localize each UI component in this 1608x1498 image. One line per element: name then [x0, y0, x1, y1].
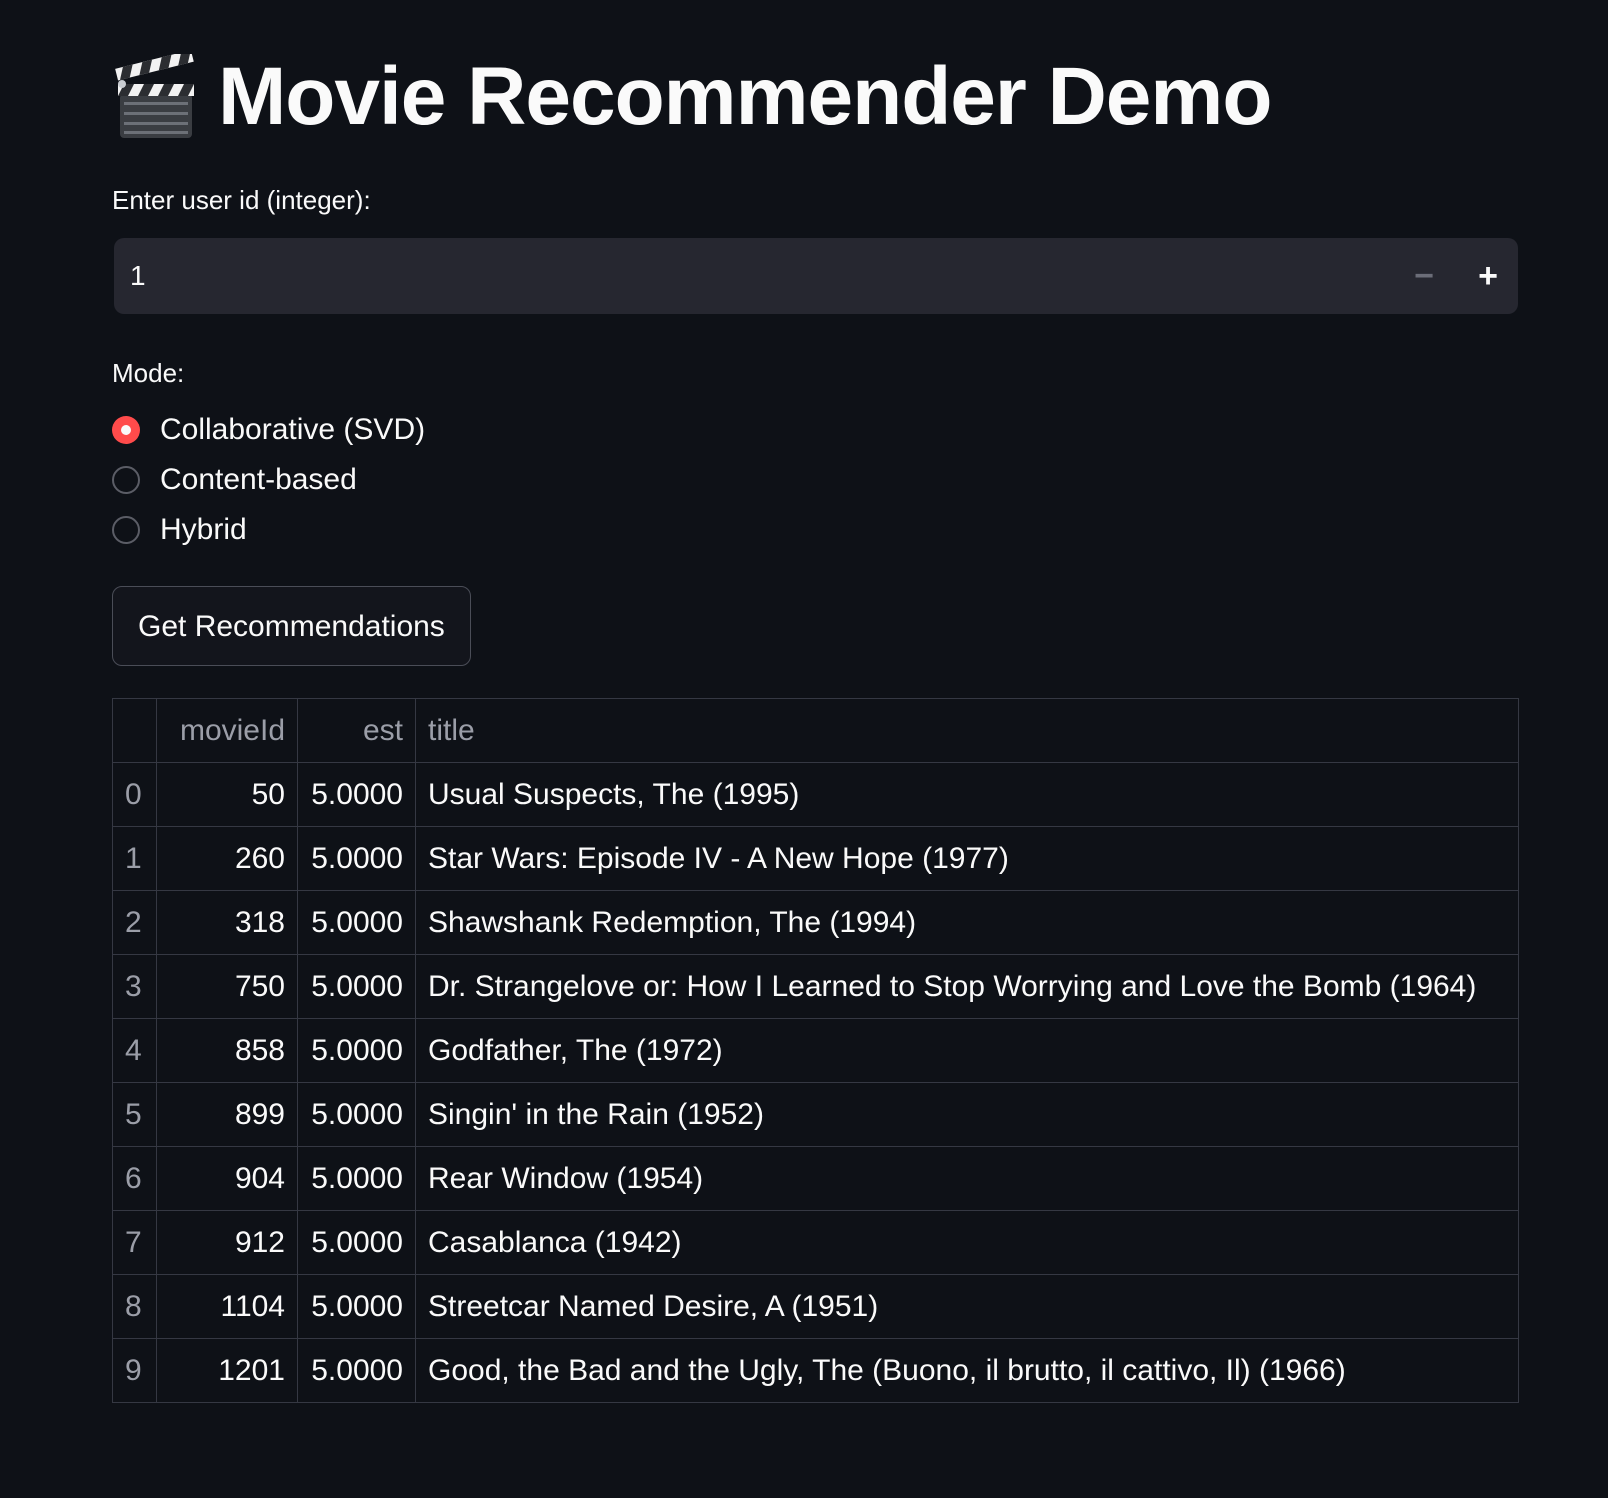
cell-title: Usual Suspects, The (1995)	[415, 762, 1519, 827]
radio-label-collaborative[interactable]: Collaborative (SVD)	[160, 413, 425, 447]
decrement-button[interactable]: −	[1394, 238, 1454, 314]
mode-label: Mode:	[112, 358, 185, 388]
row-index: 6	[112, 1146, 157, 1211]
column-header-est[interactable]: est	[297, 698, 416, 763]
cell-movieid: 318	[156, 890, 298, 955]
cell-est: 5.0000	[297, 826, 416, 891]
cell-title: Shawshank Redemption, The (1994)	[415, 890, 1519, 955]
cell-title: Streetcar Named Desire, A (1951)	[415, 1274, 1519, 1339]
table-row: 2 318 5.0000 Shawshank Redemption, The (…	[112, 890, 1519, 955]
cell-title: Godfather, The (1972)	[415, 1018, 1519, 1083]
cell-movieid: 50	[156, 762, 298, 827]
cell-est: 5.0000	[297, 954, 416, 1019]
row-index: 5	[112, 1082, 157, 1147]
cell-est: 5.0000	[297, 1338, 416, 1403]
row-index: 9	[112, 1338, 157, 1403]
table-row: 9 1201 5.0000 Good, the Bad and the Ugly…	[112, 1338, 1519, 1403]
page-title: Movie Recommender Demo	[218, 51, 1272, 142]
radio-option-content-based[interactable]: Content-based	[112, 460, 357, 500]
cell-title: Casablanca (1942)	[415, 1210, 1519, 1275]
table-row: 5 899 5.0000 Singin' in the Rain (1952)	[112, 1082, 1519, 1147]
radio-label-content-based[interactable]: Content-based	[160, 463, 357, 497]
row-index: 4	[112, 1018, 157, 1083]
page-header: Movie Recommender Demo	[112, 44, 1272, 150]
table-header-row: movieId est title	[112, 698, 1519, 763]
row-index: 1	[112, 826, 157, 891]
table-row: 1 260 5.0000 Star Wars: Episode IV - A N…	[112, 826, 1519, 891]
cell-movieid: 1201	[156, 1338, 298, 1403]
row-index: 7	[112, 1210, 157, 1275]
recommendations-table: movieId est title 0 50 5.0000 Usual Susp…	[112, 698, 1519, 1403]
increment-button[interactable]: +	[1458, 238, 1518, 314]
cell-movieid: 899	[156, 1082, 298, 1147]
cell-movieid: 1104	[156, 1274, 298, 1339]
radio-button[interactable]	[112, 466, 140, 494]
cell-title: Star Wars: Episode IV - A New Hope (1977…	[415, 826, 1519, 891]
radio-button[interactable]	[112, 516, 140, 544]
cell-title: Singin' in the Rain (1952)	[415, 1082, 1519, 1147]
radio-button-checked[interactable]	[112, 416, 140, 444]
cell-est: 5.0000	[297, 890, 416, 955]
column-header-movieid[interactable]: movieId	[156, 698, 298, 763]
user-id-value[interactable]: 1	[130, 238, 146, 314]
get-recommendations-button[interactable]: Get Recommendations	[112, 586, 471, 666]
column-header-index[interactable]	[112, 698, 157, 763]
cell-movieid: 260	[156, 826, 298, 891]
row-index: 8	[112, 1274, 157, 1339]
cell-title: Dr. Strangelove or: How I Learned to Sto…	[415, 954, 1519, 1019]
row-index: 3	[112, 954, 157, 1019]
cell-movieid: 904	[156, 1146, 298, 1211]
user-id-label: Enter user id (integer):	[112, 185, 371, 215]
cell-est: 5.0000	[297, 762, 416, 827]
row-index: 0	[112, 762, 157, 827]
table-row: 0 50 5.0000 Usual Suspects, The (1995)	[112, 762, 1519, 827]
cell-title: Good, the Bad and the Ugly, The (Buono, …	[415, 1338, 1519, 1403]
cell-est: 5.0000	[297, 1146, 416, 1211]
table-row: 4 858 5.0000 Godfather, The (1972)	[112, 1018, 1519, 1083]
cell-est: 5.0000	[297, 1018, 416, 1083]
cell-movieid: 858	[156, 1018, 298, 1083]
cell-est: 5.0000	[297, 1274, 416, 1339]
cell-title: Rear Window (1954)	[415, 1146, 1519, 1211]
radio-label-hybrid[interactable]: Hybrid	[160, 513, 247, 547]
row-index: 2	[112, 890, 157, 955]
cell-est: 5.0000	[297, 1210, 416, 1275]
table-row: 3 750 5.0000 Dr. Strangelove or: How I L…	[112, 954, 1519, 1019]
radio-option-hybrid[interactable]: Hybrid	[112, 510, 247, 550]
radio-option-collaborative[interactable]: Collaborative (SVD)	[112, 410, 425, 450]
table-row: 6 904 5.0000 Rear Window (1954)	[112, 1146, 1519, 1211]
cell-movieid: 750	[156, 954, 298, 1019]
cell-est: 5.0000	[297, 1082, 416, 1147]
column-header-title[interactable]: title	[415, 698, 1519, 763]
table-row: 8 1104 5.0000 Streetcar Named Desire, A …	[112, 1274, 1519, 1339]
table-row: 7 912 5.0000 Casablanca (1942)	[112, 1210, 1519, 1275]
clapper-board-icon	[115, 54, 194, 138]
cell-movieid: 912	[156, 1210, 298, 1275]
user-id-number-input[interactable]: 1 − +	[114, 238, 1518, 314]
